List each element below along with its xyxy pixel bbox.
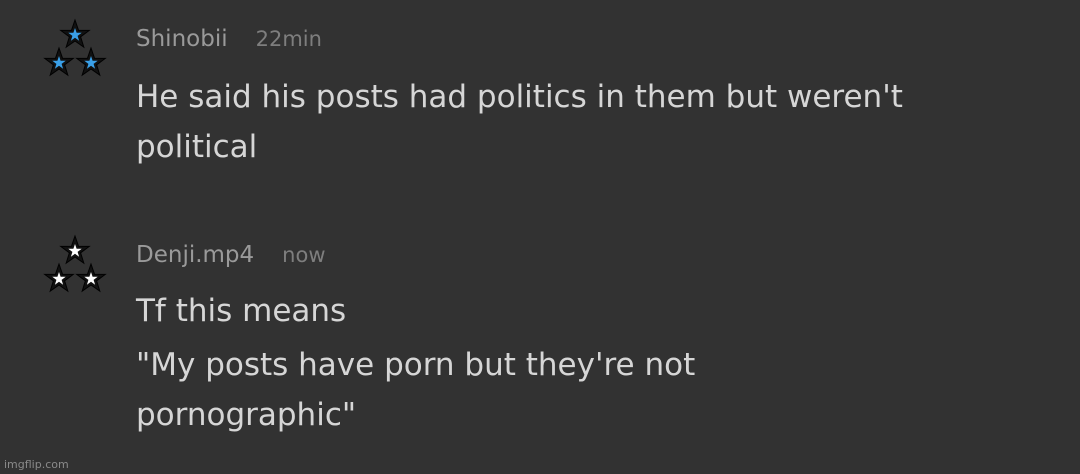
comment-line: pornographic": [136, 397, 357, 433]
username-link[interactable]: Shinobii: [136, 26, 228, 52]
comment-line: "My posts have porn but they're not: [136, 347, 696, 383]
timestamp: 22min: [255, 27, 322, 51]
star-icon: [43, 262, 75, 293]
three-star-rank-icon[interactable]: [40, 18, 110, 78]
comment-line: He said his posts had politics in them b…: [136, 79, 903, 115]
star-icon: [59, 18, 91, 49]
comment-item: Shinobii 22min He said his posts had pol…: [0, 0, 1080, 200]
three-star-rank-icon[interactable]: [40, 234, 110, 294]
comment-line: Tf this means: [136, 293, 347, 329]
star-icon: [75, 46, 107, 77]
comment-line: political: [136, 129, 258, 165]
username-link[interactable]: Denji.mp4: [136, 242, 254, 268]
watermark: imgflip.com: [4, 458, 69, 471]
star-icon: [59, 234, 91, 265]
star-icon: [75, 262, 107, 293]
star-icon: [43, 46, 75, 77]
comment-meta: Shinobii 22min: [136, 26, 322, 52]
comment-text: Tf this means "My posts have porn but th…: [136, 286, 1056, 440]
timestamp: now: [282, 243, 326, 267]
comment-text: He said his posts had politics in them b…: [136, 72, 1056, 172]
comment-meta: Denji.mp4 now: [136, 242, 326, 268]
comment-item: Denji.mp4 now Tf this means "My posts ha…: [0, 200, 1080, 474]
